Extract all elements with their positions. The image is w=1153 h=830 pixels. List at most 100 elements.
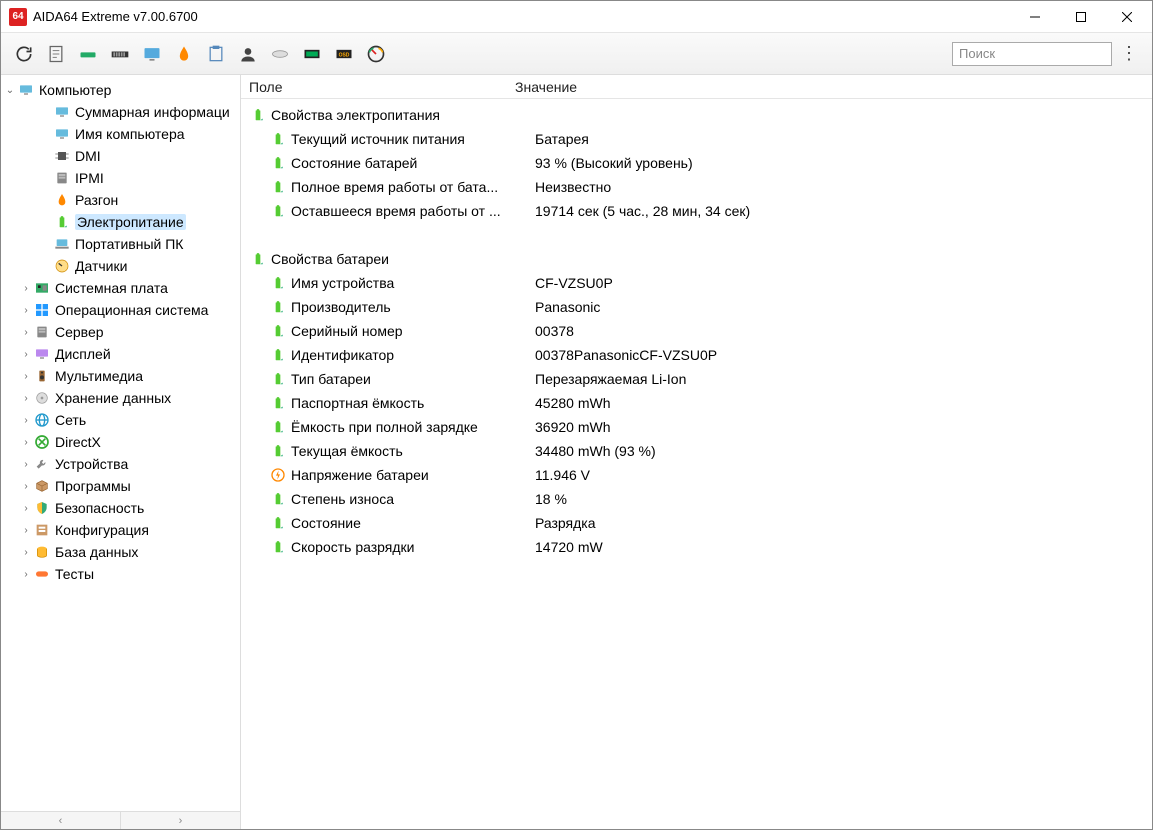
tree-item[interactable]: › Хранение данных [1, 387, 240, 409]
tree-icon [33, 477, 51, 495]
tree-item[interactable]: ›Устройства [1, 453, 240, 475]
tree-scrollbar[interactable]: ‹ › [1, 811, 240, 829]
tree-icon [33, 499, 51, 517]
chevron-icon: ⌄ [3, 85, 17, 96]
memory-icon[interactable] [105, 39, 135, 69]
data-row[interactable]: Текущая ёмкость34480 mWh (93 %) [241, 439, 1152, 463]
data-row[interactable]: Паспортная ёмкость45280 mWh [241, 391, 1152, 415]
tree-icon [33, 565, 51, 583]
column-headers[interactable]: Поле Значение [241, 75, 1152, 99]
chevron-icon: › [19, 525, 33, 536]
scroll-right-icon[interactable]: › [121, 812, 240, 829]
data-row[interactable]: Полное время работы от бата...Неизвестно [241, 175, 1152, 199]
tree-item[interactable]: Разгон [1, 189, 240, 211]
chevron-icon: › [19, 415, 33, 426]
tree-item[interactable]: Портативный ПК [1, 233, 240, 255]
tree-item[interactable]: DMI [1, 145, 240, 167]
data-row[interactable]: ПроизводительPanasonic [241, 295, 1152, 319]
close-button[interactable] [1104, 2, 1150, 32]
col-value[interactable]: Значение [515, 79, 1152, 95]
battery-icon [269, 322, 287, 340]
maximize-button[interactable] [1058, 2, 1104, 32]
data-row[interactable]: Имя устройстваCF-VZSU0P [241, 271, 1152, 295]
chevron-icon: › [19, 503, 33, 514]
tree-panel: ⌄КомпьютерСуммарная информациИмя компьют… [1, 75, 241, 829]
cpu-icon[interactable] [73, 39, 103, 69]
tree-item[interactable]: ⌄Компьютер [1, 79, 240, 101]
search-input[interactable] [952, 42, 1112, 66]
col-field[interactable]: Поле [249, 79, 515, 95]
overclock-icon[interactable] [169, 39, 199, 69]
tree-item[interactable]: Электропитание [1, 211, 240, 233]
row-field: Текущий источник питания [291, 131, 535, 147]
tree-label: Мультимедиа [55, 368, 143, 384]
tree-item[interactable]: Суммарная информаци [1, 101, 240, 123]
refresh-button[interactable] [9, 39, 39, 69]
tree-item[interactable]: ›Системная плата [1, 277, 240, 299]
row-field: Состояние батарей [291, 155, 535, 171]
tree-label: Хранение данных [55, 390, 171, 406]
tree-item[interactable]: Имя компьютера [1, 123, 240, 145]
battery-icon [269, 490, 287, 508]
gauge-icon[interactable] [361, 39, 391, 69]
tree-item[interactable]: ›Программы [1, 475, 240, 497]
row-field: Напряжение батареи [291, 467, 535, 483]
tree-item[interactable]: ›DirectX [1, 431, 240, 453]
tree-label: Операционная система [55, 302, 208, 318]
data-row[interactable]: Степень износа18 % [241, 487, 1152, 511]
data-row[interactable]: Напряжение батареи11.946 V [241, 463, 1152, 487]
tree-item[interactable]: › Безопасность [1, 497, 240, 519]
tree-label: DMI [75, 148, 101, 164]
tree-label: Датчики [75, 258, 127, 274]
battery-icon [269, 346, 287, 364]
tree-label: Тесты [55, 566, 94, 582]
chevron-icon: › [19, 393, 33, 404]
section-title: Свойства электропитания [271, 107, 771, 123]
row-value: 11.946 V [535, 467, 1152, 483]
data-row[interactable]: Состояние батарей93 % (Высокий уровень) [241, 151, 1152, 175]
tree-label: DirectX [55, 434, 101, 450]
tree-item[interactable]: › Сеть [1, 409, 240, 431]
data-row[interactable]: Оставшееся время работы от ...19714 сек … [241, 199, 1152, 223]
tree-item[interactable]: ›Тесты [1, 563, 240, 585]
data-row[interactable]: Скорость разрядки14720 mW [241, 535, 1152, 559]
lcd-icon[interactable] [297, 39, 327, 69]
drive-icon[interactable] [265, 39, 295, 69]
data-row[interactable]: Текущий источник питанияБатарея [241, 127, 1152, 151]
tree-item[interactable]: Датчики [1, 255, 240, 277]
row-field: Тип батареи [291, 371, 535, 387]
tree-label: Сеть [55, 412, 86, 428]
data-row[interactable]: Серийный номер00378 [241, 319, 1152, 343]
tree-item[interactable]: ›Мультимедиа [1, 365, 240, 387]
tree-item[interactable]: ›Конфигурация [1, 519, 240, 541]
tree-item[interactable]: ›Операционная система [1, 299, 240, 321]
more-button[interactable]: ⋮ [1114, 39, 1144, 69]
osd-icon[interactable]: OSD [329, 39, 359, 69]
tree-icon [33, 345, 51, 363]
tree-icon [33, 301, 51, 319]
tree-item[interactable]: ›Сервер [1, 321, 240, 343]
tree-icon [53, 125, 71, 143]
data-row[interactable]: Ёмкость при полной зарядке36920 mWh [241, 415, 1152, 439]
battery-icon [269, 538, 287, 556]
row-field: Идентификатор [291, 347, 535, 363]
minimize-button[interactable] [1012, 2, 1058, 32]
tree-icon [53, 147, 71, 165]
user-icon[interactable] [233, 39, 263, 69]
tree-icon [53, 169, 71, 187]
tree-label: Разгон [75, 192, 118, 208]
tree-label: Безопасность [55, 500, 144, 516]
data-row[interactable]: Тип батареиПерезаряжаемая Li-Ion [241, 367, 1152, 391]
monitor-icon[interactable] [137, 39, 167, 69]
data-row[interactable]: Идентификатор00378PanasonicCF-VZSU0P [241, 343, 1152, 367]
clipboard-icon[interactable] [201, 39, 231, 69]
report-button[interactable] [41, 39, 71, 69]
battery-icon [269, 202, 287, 220]
tree-item[interactable]: ›Дисплей [1, 343, 240, 365]
scroll-left-icon[interactable]: ‹ [1, 812, 121, 829]
battery-icon [269, 178, 287, 196]
data-row[interactable]: СостояниеРазрядка [241, 511, 1152, 535]
chevron-icon: › [19, 459, 33, 470]
tree-item[interactable]: ›База данных [1, 541, 240, 563]
tree-item[interactable]: IPMI [1, 167, 240, 189]
